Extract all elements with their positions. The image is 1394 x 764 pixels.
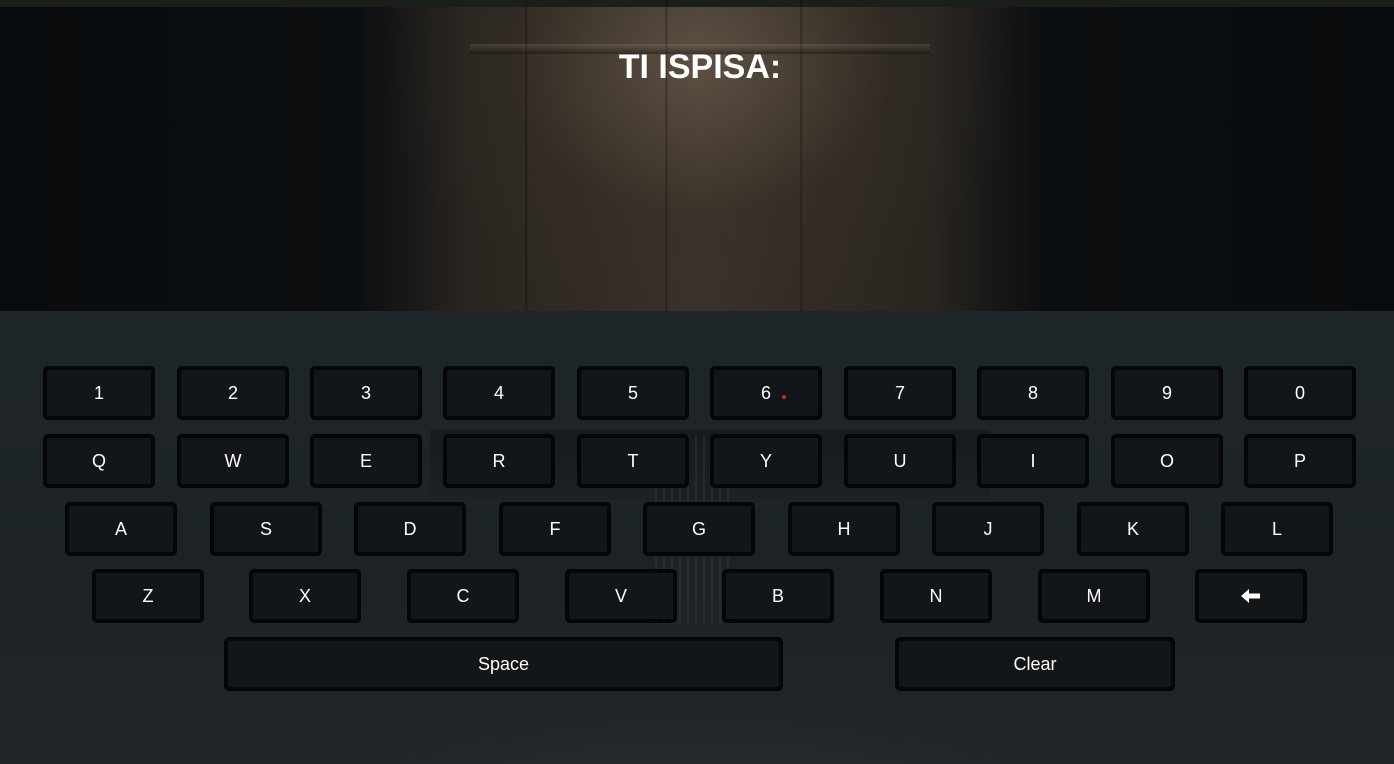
arrow-left-icon (1241, 589, 1260, 603)
key-5[interactable]: 5 (577, 366, 689, 420)
key-3[interactable]: 3 (310, 366, 422, 420)
key-j[interactable]: J (932, 502, 1044, 556)
mouse-cursor-dot (782, 395, 786, 399)
key-6[interactable]: 6 (710, 366, 822, 420)
key-h[interactable]: H (788, 502, 900, 556)
key-x[interactable]: X (249, 569, 361, 623)
key-u[interactable]: U (844, 434, 956, 488)
key-g[interactable]: G (643, 502, 755, 556)
key-b[interactable]: B (722, 569, 834, 623)
page-title: TI ISPISA: (618, 48, 782, 86)
key-v[interactable]: V (565, 569, 677, 623)
key-t[interactable]: T (577, 434, 689, 488)
key-0[interactable]: 0 (1244, 366, 1356, 420)
key-w[interactable]: W (177, 434, 289, 488)
key-1[interactable]: 1 (43, 366, 155, 420)
key-7[interactable]: 7 (844, 366, 956, 420)
key-8[interactable]: 8 (977, 366, 1089, 420)
key-k[interactable]: K (1077, 502, 1189, 556)
key-s[interactable]: S (210, 502, 322, 556)
key-p[interactable]: P (1244, 434, 1356, 488)
typed-text-display (0, 96, 1394, 126)
key-r[interactable]: R (443, 434, 555, 488)
key-m[interactable]: M (1038, 569, 1150, 623)
key-4[interactable]: 4 (443, 366, 555, 420)
key-2[interactable]: 2 (177, 366, 289, 420)
key-9[interactable]: 9 (1111, 366, 1223, 420)
backspace-key[interactable] (1195, 569, 1307, 623)
key-i[interactable]: I (977, 434, 1089, 488)
key-q[interactable]: Q (43, 434, 155, 488)
key-f[interactable]: F (499, 502, 611, 556)
key-c[interactable]: C (407, 569, 519, 623)
key-e[interactable]: E (310, 434, 422, 488)
key-d[interactable]: D (354, 502, 466, 556)
key-n[interactable]: N (880, 569, 992, 623)
key-a[interactable]: A (65, 502, 177, 556)
clear-button[interactable]: Clear (895, 637, 1175, 691)
key-o[interactable]: O (1111, 434, 1223, 488)
key-l[interactable]: L (1221, 502, 1333, 556)
key-z[interactable]: Z (92, 569, 204, 623)
space-button[interactable]: Space (224, 637, 783, 691)
key-y[interactable]: Y (710, 434, 822, 488)
